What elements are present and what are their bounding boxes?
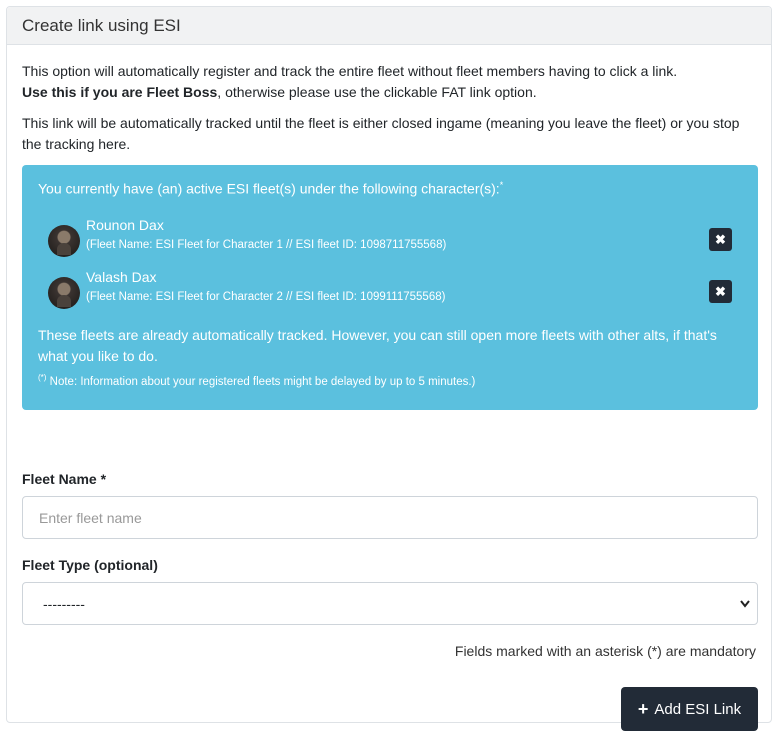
add-esi-link-button[interactable]: + Add ESI Link	[621, 687, 758, 731]
fleet-type-selected: ---------	[43, 596, 85, 612]
alert-note-text: Note: Information about your registered …	[46, 375, 476, 388]
close-icon: ✖	[715, 232, 726, 247]
close-fleet-button[interactable]: ✖	[709, 228, 732, 251]
add-esi-link-label: Add ESI Link	[654, 700, 742, 718]
intro-line-1: This option will automatically register …	[22, 63, 678, 79]
intro-bold: Use this if you are Fleet Boss	[22, 84, 218, 100]
character-name: Rounon Dax	[86, 217, 164, 233]
plus-icon: +	[637, 699, 649, 719]
alert-text: These fleets are already automatically t…	[38, 327, 717, 364]
close-icon: ✖	[715, 284, 726, 299]
fleet-info: (Fleet Name: ESI Fleet for Character 2 /…	[86, 291, 446, 303]
character-name: Valash Dax	[86, 269, 157, 285]
create-esi-link-panel: Create link using ESI This option will a…	[6, 6, 772, 731]
intro-text: This option will automatically register …	[22, 61, 757, 103]
alert-heading-asterisk: *	[499, 180, 504, 190]
avatar	[48, 225, 80, 257]
fleet-type-label: Fleet Type (optional)	[22, 557, 158, 573]
close-fleet-button[interactable]: ✖	[709, 280, 732, 303]
mandatory-note: Fields marked with an asterisk (*) are m…	[454, 643, 756, 659]
intro-rest: , otherwise please use the clickable FAT…	[217, 84, 537, 100]
fleet-type-select[interactable]: ---------	[22, 582, 758, 625]
fleet-name-label: Fleet Name *	[22, 471, 107, 487]
active-fleets-alert: You currently have (an) active ESI fleet…	[22, 165, 758, 410]
fleet-info: (Fleet Name: ESI Fleet for Character 1 /…	[86, 239, 447, 251]
fleet-name-input[interactable]	[22, 496, 758, 539]
alert-note: (*) Note: Information about your registe…	[38, 373, 475, 388]
chevron-down-icon	[740, 600, 750, 608]
tracking-info-text: This link will be automatically tracked …	[22, 115, 740, 152]
fleet-row: Rounon Dax (Fleet Name: ESI Fleet for Ch…	[48, 217, 738, 257]
alert-heading-text: You currently have (an) active ESI fleet…	[38, 180, 500, 197]
panel-title: Create link using ESI	[7, 7, 771, 45]
alert-heading: You currently have (an) active ESI fleet…	[38, 180, 503, 197]
avatar	[48, 277, 80, 309]
fleet-row: Valash Dax (Fleet Name: ESI Fleet for Ch…	[48, 269, 738, 309]
